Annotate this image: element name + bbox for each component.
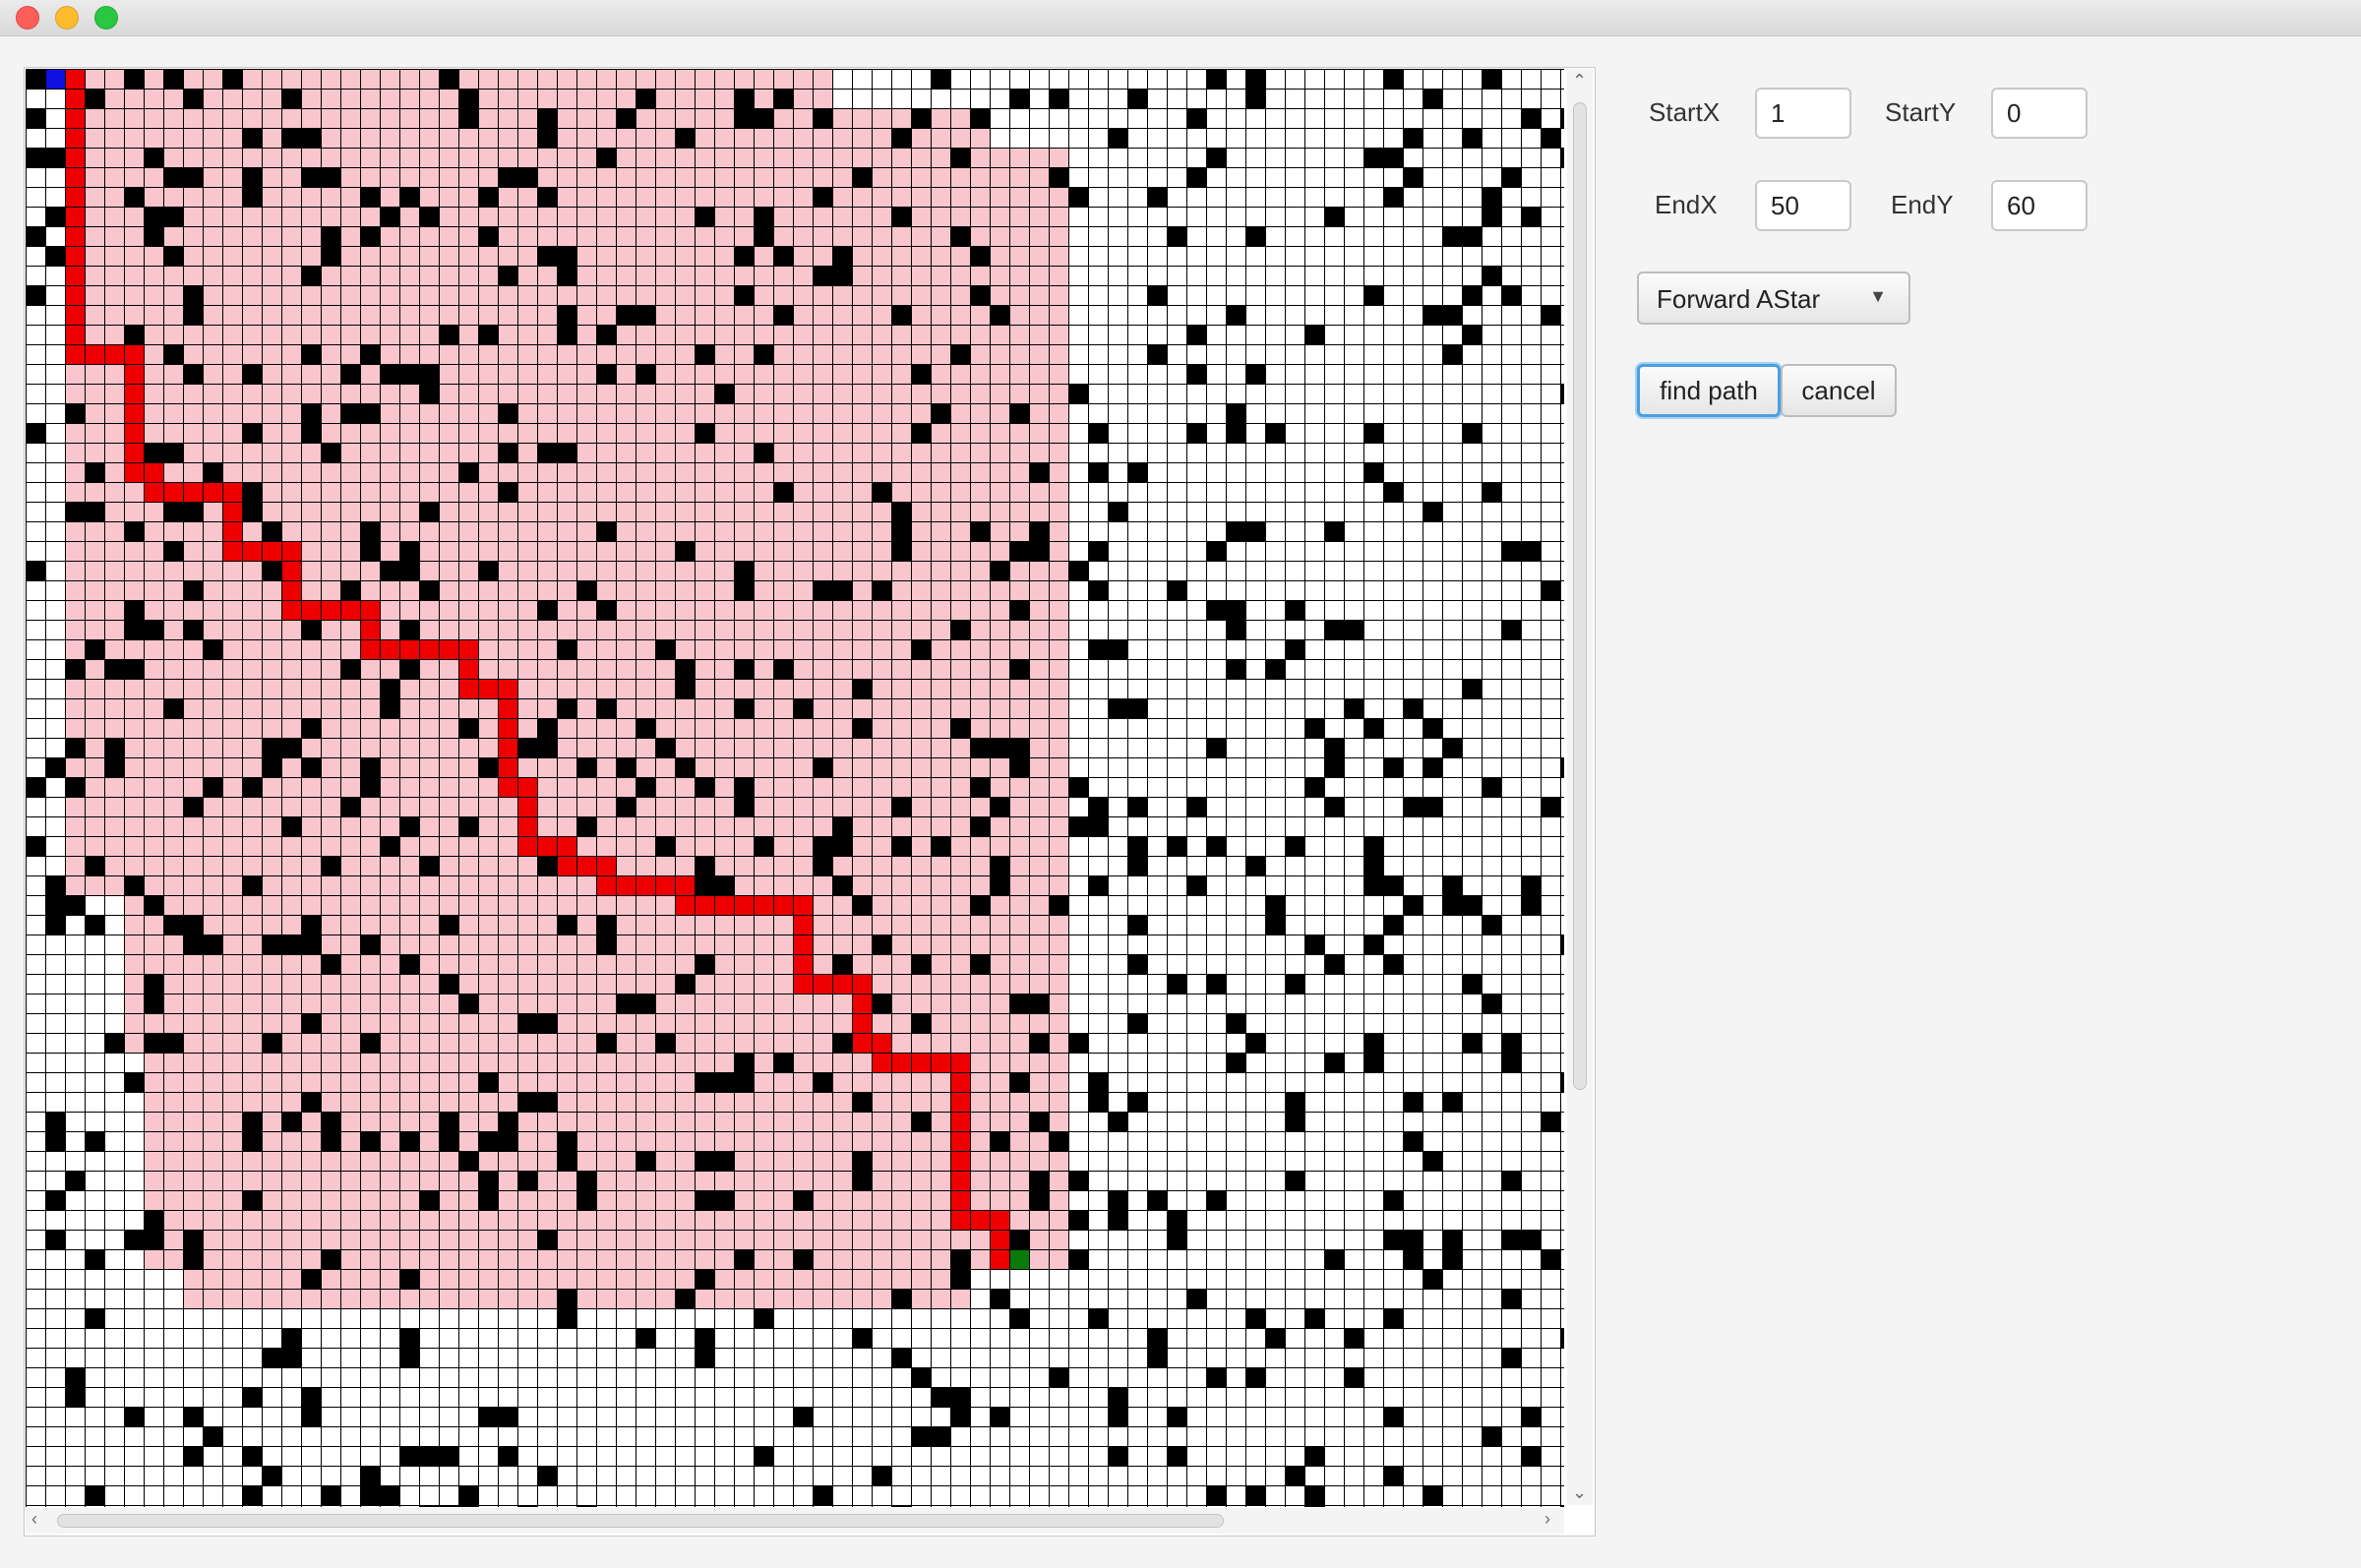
goal-cell [1009, 1249, 1029, 1269]
end-x-label: EndX [1655, 190, 1718, 219]
start-y-label: StartY [1885, 97, 1957, 127]
cancel-button[interactable]: cancel [1781, 364, 1897, 417]
scroll-down-arrow-icon[interactable]: ⌄ [1572, 1483, 1587, 1501]
start-cell [45, 69, 65, 89]
horizontal-scroll-thumb[interactable] [57, 1514, 1224, 1528]
end-x-field[interactable] [1755, 180, 1851, 231]
window-titlebar [0, 0, 2361, 36]
algorithm-select-value: Forward AStar [1657, 284, 1821, 314]
zoom-window-button[interactable] [94, 6, 118, 30]
end-y-label: EndY [1891, 190, 1954, 219]
vertical-scroll-thumb[interactable] [1573, 102, 1587, 1090]
start-y-field[interactable] [1991, 88, 2088, 139]
algorithm-select[interactable]: Forward AStar ▼ [1637, 271, 1910, 325]
end-y-field[interactable] [1991, 180, 2088, 231]
scroll-up-arrow-icon[interactable]: ⌃ [1572, 72, 1587, 90]
scroll-left-arrow-icon[interactable]: ‹ [31, 1510, 37, 1528]
scroll-right-arrow-icon[interactable]: › [1544, 1510, 1550, 1528]
vertical-scrollbar[interactable]: ⌃ ⌄ [1567, 69, 1593, 1505]
chevron-down-icon: ▼ [1869, 286, 1887, 306]
start-x-label: StartX [1649, 97, 1721, 127]
grid-scroll-pane[interactable]: ⌃ ⌄ ‹ › [24, 67, 1596, 1537]
pathfinding-grid[interactable] [26, 69, 1564, 1507]
close-window-button[interactable] [16, 6, 39, 30]
find-path-button[interactable]: find path [1637, 364, 1781, 417]
start-x-field[interactable] [1755, 88, 1851, 139]
horizontal-scrollbar[interactable]: ‹ › [26, 1508, 1564, 1534]
minimize-window-button[interactable] [55, 6, 79, 30]
